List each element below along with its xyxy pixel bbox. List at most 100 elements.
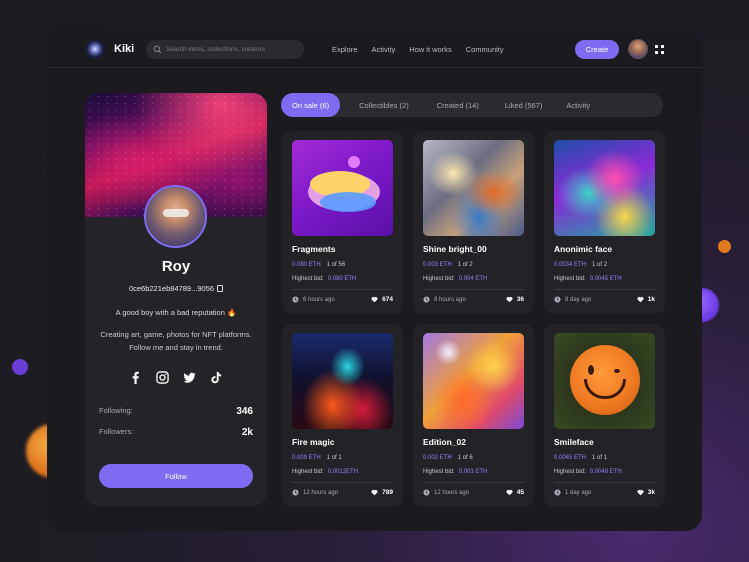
nft-bid-value: 0.0045 ETH	[589, 276, 622, 282]
tab-collectibles[interactable]: Collectibles (2)	[348, 93, 420, 117]
clock-icon	[554, 489, 561, 496]
nft-bid-value: 0.0048 ETH	[589, 469, 622, 475]
user-avatar[interactable]	[628, 39, 648, 59]
nft-price-row: 0.009 ETH 1 of 1	[292, 455, 342, 461]
divider	[554, 289, 655, 290]
nft-image[interactable]	[554, 140, 655, 236]
search-input[interactable]	[166, 46, 296, 53]
heart-icon[interactable]	[506, 296, 513, 303]
nft-likes[interactable]: 789	[371, 489, 393, 496]
nft-image[interactable]	[423, 333, 524, 429]
profile-tabs: On sale (6) Collectibles (2) Created (14…	[281, 93, 663, 117]
search-box[interactable]	[146, 40, 304, 59]
nft-bid-row: Highest bid: 0.003 ETH	[423, 469, 487, 475]
nft-time-text: 1 day ago	[565, 489, 592, 496]
nft-time-text: 8 hours ago	[434, 296, 466, 303]
nft-time: 12 hours ago	[423, 489, 469, 496]
nft-bid-row: Highest bid: 0.0045 ETH	[554, 276, 622, 282]
search-icon	[153, 45, 162, 54]
heart-icon[interactable]	[637, 296, 644, 303]
nft-likes-count: 45	[516, 489, 524, 496]
logo-icon[interactable]	[85, 39, 105, 59]
facebook-icon[interactable]	[129, 371, 142, 384]
nft-bid-label: Highest bid:	[554, 469, 586, 475]
clock-icon	[554, 296, 561, 303]
nft-title[interactable]: Shine bright_00	[423, 244, 487, 254]
nft-image[interactable]	[292, 140, 393, 236]
nft-likes-count: 36	[516, 296, 524, 303]
nft-bid-label: Highest bid:	[423, 276, 455, 282]
nft-likes[interactable]: 674	[371, 296, 393, 303]
heart-icon[interactable]	[506, 489, 513, 496]
heart-icon[interactable]	[371, 296, 378, 303]
nft-card-anonimic-face[interactable]: Anonimic face 0.0034 ETH 1 of 2 Highest bid…	[544, 131, 665, 314]
divider	[292, 289, 393, 290]
nft-edition: 1 of 56	[326, 262, 346, 268]
nft-card-fragments[interactable]: Fragments 0.080 ETH 1 of 56 Highest bid: 0.0…	[282, 131, 403, 314]
following-value: 346	[236, 406, 253, 417]
nft-price-row: 0.0045 ETH 1 of 1	[554, 455, 607, 461]
nft-time: 1 day ago	[554, 489, 591, 496]
divider	[423, 289, 524, 290]
followers-value: 2k	[241, 427, 253, 438]
nft-bid-label: Highest bid:	[423, 469, 455, 475]
smiley-art	[570, 345, 640, 415]
nft-price: 0.0034 ETH	[554, 262, 587, 268]
nft-bid-row: Highest bid: 0.0048 ETH	[554, 469, 622, 475]
nft-image[interactable]	[554, 333, 655, 429]
tab-created[interactable]: Created (14)	[426, 93, 490, 117]
nft-price: 0.080 ETH	[292, 262, 321, 268]
nft-likes[interactable]: 3k	[637, 489, 655, 496]
nft-card-smileface[interactable]: Smileface 0.0045 ETH 1 of 1 Highest bid: 0.0…	[544, 324, 665, 507]
nft-price: 0.0045 ETH	[554, 455, 587, 461]
nft-likes-count: 3k	[647, 489, 655, 496]
instagram-icon[interactable]	[156, 371, 169, 384]
nft-time: 6 hours ago	[292, 296, 335, 303]
grid-menu-icon[interactable]	[655, 45, 664, 54]
profile-bio: Creating art, game, photos for NFT platf…	[100, 330, 252, 352]
followers-label: Followers:	[99, 427, 134, 436]
nft-edition: 1 of 2	[592, 262, 608, 268]
nav-explore[interactable]: Explore	[332, 45, 357, 54]
nft-title[interactable]: Smileface	[554, 437, 594, 447]
tab-activity[interactable]: Activity	[555, 93, 601, 117]
app-name[interactable]: Kiki	[114, 43, 134, 55]
copy-icon[interactable]	[217, 285, 224, 292]
nft-card-edition-02[interactable]: Edition_02 0.002 ETH 1 of 6 Highest bid: 0.0…	[413, 324, 534, 507]
nft-likes[interactable]: 36	[506, 296, 524, 303]
nft-image[interactable]	[423, 140, 524, 236]
nft-card-fire-magic[interactable]: Fire magic 0.009 ETH 1 of 1 Highest bid: 0.0…	[282, 324, 403, 507]
nft-title[interactable]: Edition_02	[423, 437, 466, 447]
nft-title[interactable]: Anonimic face	[554, 244, 612, 254]
tab-liked[interactable]: Liked (567)	[494, 93, 554, 117]
nft-title[interactable]: Fragments	[292, 244, 335, 254]
twitter-icon[interactable]	[183, 371, 196, 384]
profile-name: Roy	[161, 258, 191, 275]
nav-how-it-works[interactable]: How it works	[409, 45, 452, 54]
heart-icon[interactable]	[371, 489, 378, 496]
decorative-purple-dot	[12, 359, 28, 375]
nft-image[interactable]	[292, 333, 393, 429]
nav-community[interactable]: Community	[466, 45, 504, 54]
nft-price: 0.009 ETH	[292, 455, 321, 461]
nft-bid-row: Highest bid: 0.004 ETH	[423, 276, 487, 282]
nft-likes[interactable]: 1k	[637, 296, 655, 303]
divider	[292, 482, 393, 483]
nft-likes[interactable]: 45	[506, 489, 524, 496]
clock-icon	[292, 296, 299, 303]
clock-icon	[292, 489, 299, 496]
follow-button[interactable]: Follow	[99, 464, 253, 488]
nft-price-row: 0.003 ETH 1 of 2	[423, 262, 473, 268]
heart-icon[interactable]	[637, 489, 644, 496]
nft-time-text: 12 hours ago	[434, 489, 470, 496]
tab-on-sale[interactable]: On sale (6)	[281, 93, 341, 117]
main-nav: Explore Activity How it works Community	[332, 45, 518, 54]
divider	[423, 482, 524, 483]
wallet-address: 0ce6b221eb84789...9056	[85, 284, 267, 293]
tiktok-icon[interactable]	[210, 371, 223, 384]
nft-title[interactable]: Fire magic	[292, 437, 335, 447]
create-button[interactable]: Create	[575, 40, 619, 59]
nft-card-shine-bright[interactable]: Shine bright_00 0.003 ETH 1 of 2 Highest bi…	[413, 131, 534, 314]
nft-time: 8 hours ago	[423, 296, 466, 303]
nav-activity[interactable]: Activity	[371, 45, 395, 54]
